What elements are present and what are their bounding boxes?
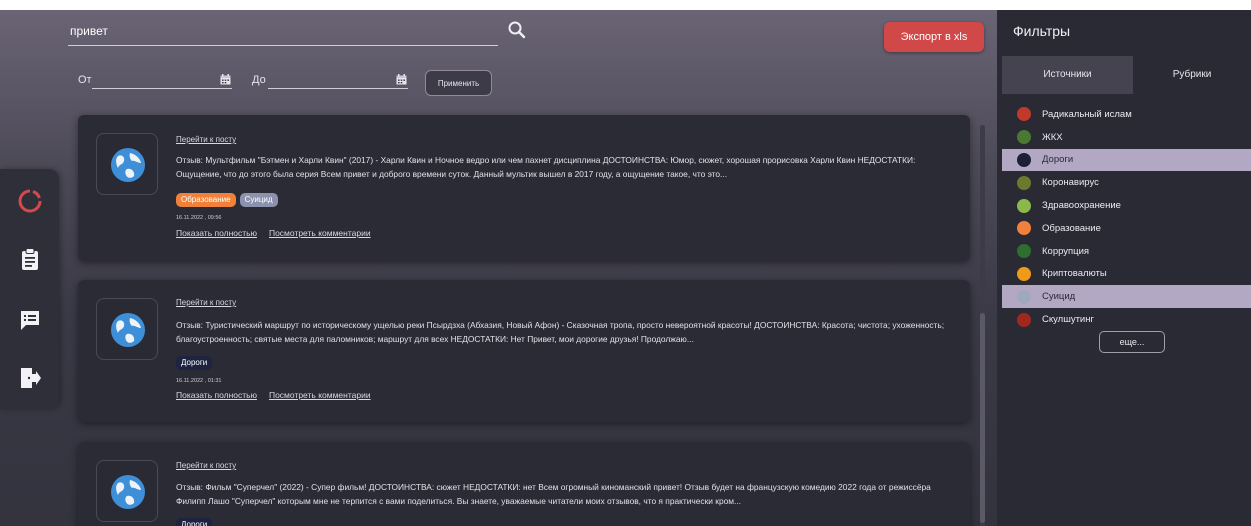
color-dot — [1017, 266, 1031, 281]
source-avatar — [96, 460, 158, 522]
filter-label: Коррупция — [1042, 245, 1090, 257]
tab-sources[interactable]: Источники — [1002, 56, 1133, 94]
date-to-input[interactable] — [268, 88, 408, 89]
filter-item-corruption[interactable]: Коррупция — [1002, 240, 1251, 263]
filter-item-education[interactable]: Образование — [1002, 217, 1251, 240]
clipboard-icon[interactable] — [18, 247, 42, 271]
post-date: 16.11.2022 , 01:31 — [176, 378, 222, 384]
exit-icon[interactable] — [18, 366, 42, 390]
post-tags: Образование Суицид — [176, 193, 278, 207]
go-to-post-link[interactable]: Перейти к посту — [176, 461, 236, 470]
filter-label: Суицид — [1042, 291, 1076, 303]
globe-icon — [111, 475, 145, 509]
filter-label: Здравоохранение — [1042, 200, 1121, 212]
calendar-from-icon[interactable] — [220, 74, 231, 85]
color-dot — [1017, 175, 1031, 190]
filter-item-roads[interactable]: Дороги — [1002, 148, 1251, 172]
go-to-post-link[interactable]: Перейти к посту — [176, 298, 236, 307]
filter-label: Радикальный ислам — [1042, 108, 1132, 120]
filter-item-school-shooting[interactable]: Скулшутинг — [1002, 308, 1251, 331]
filter-item-housing[interactable]: ЖКХ — [1002, 126, 1251, 149]
search-field[interactable] — [68, 18, 498, 46]
filters-panel: Фильтры Источники Рубрики Радикальный ис… — [997, 10, 1251, 526]
post-text: Отзыв: Туристический маршрут по историче… — [176, 320, 945, 344]
globe-icon — [111, 313, 145, 347]
filter-label: Криптовалюты — [1042, 268, 1107, 280]
filter-item-crypto[interactable]: Криптовалюты — [1002, 263, 1251, 286]
post-text: Отзыв: Фильм "Суперчел" (2022) - Супер ф… — [176, 482, 931, 506]
color-dot — [1017, 244, 1031, 259]
go-to-post-link[interactable]: Перейти к посту — [176, 135, 236, 144]
date-from-input[interactable] — [92, 88, 232, 89]
show-full-link[interactable]: Показать полностью — [176, 228, 257, 238]
card-actions: Показать полностью Посмотреть комментари… — [176, 390, 371, 400]
post-text: Отзыв: Мультфильм "Бэтмен и Харли Квин" … — [176, 155, 916, 179]
filter-label: Образование — [1042, 222, 1101, 234]
source-avatar — [96, 133, 158, 195]
filter-label: ЖКХ — [1042, 131, 1063, 143]
date-to-label: До — [252, 74, 266, 86]
filter-item-healthcare[interactable]: Здравоохранение — [1002, 194, 1251, 217]
filters-title: Фильтры — [1013, 23, 1071, 39]
tag-suicide[interactable]: Суицид — [239, 193, 278, 207]
date-from-label: От — [78, 74, 92, 86]
scrollbar-thumb[interactable] — [980, 313, 985, 523]
globe-icon — [111, 148, 145, 182]
show-comments-link[interactable]: Посмотреть комментарии — [269, 390, 371, 400]
color-dot — [1017, 289, 1031, 304]
left-nav — [0, 169, 59, 409]
feed-scrollbar[interactable] — [980, 125, 985, 526]
show-full-link[interactable]: Показать полностью — [176, 390, 257, 400]
app-window: Экспорт в xls От До Применить — [0, 10, 1251, 526]
post-tags: Дороги — [176, 518, 213, 526]
tag-roads[interactable]: Дороги — [176, 356, 213, 370]
color-dot — [1017, 130, 1031, 145]
post-card: Перейти к посту Отзыв: Мультфильм "Бэтме… — [78, 115, 970, 261]
post-card: Перейти к посту Отзыв: Туристический мар… — [78, 280, 970, 422]
filter-label: Дороги — [1042, 154, 1074, 166]
calendar-to-icon[interactable] — [396, 74, 407, 85]
filter-item-radical-islam[interactable]: Радикальный ислам — [1002, 103, 1251, 126]
filter-label: Скулшутинг — [1042, 314, 1094, 326]
comments-icon[interactable] — [18, 308, 42, 332]
color-dot — [1017, 312, 1031, 327]
tab-rubrics[interactable]: Рубрики — [1133, 56, 1251, 94]
export-xls-button[interactable]: Экспорт в xls — [884, 22, 984, 52]
search-icon[interactable] — [507, 20, 527, 40]
tag-education[interactable]: Образование — [176, 193, 236, 207]
filter-label: Коронавирус — [1042, 177, 1099, 189]
tag-roads[interactable]: Дороги — [176, 518, 213, 526]
show-comments-link[interactable]: Посмотреть комментарии — [269, 228, 371, 238]
more-filters-button[interactable]: еще... — [1099, 331, 1165, 353]
post-tags: Дороги — [176, 356, 213, 370]
post-date: 16.11.2022 , 09:56 — [176, 215, 222, 221]
color-dot — [1017, 221, 1031, 236]
post-card: Перейти к посту Отзыв: Фильм "Суперчел" … — [78, 442, 970, 526]
filter-list: Радикальный ислам ЖКХ Дороги Коронавирус… — [1002, 103, 1251, 331]
filter-item-coronavirus[interactable]: Коронавирус — [1002, 171, 1251, 194]
filter-item-suicide[interactable]: Суицид — [1002, 285, 1251, 309]
source-avatar — [96, 298, 158, 360]
card-actions: Показать полностью Посмотреть комментари… — [176, 228, 371, 238]
color-dot — [1017, 107, 1031, 122]
search-input[interactable] — [68, 18, 498, 44]
apply-button[interactable]: Применить — [425, 70, 492, 96]
logo-ring-icon[interactable] — [18, 189, 42, 213]
color-dot — [1017, 152, 1031, 167]
color-dot — [1017, 198, 1031, 213]
